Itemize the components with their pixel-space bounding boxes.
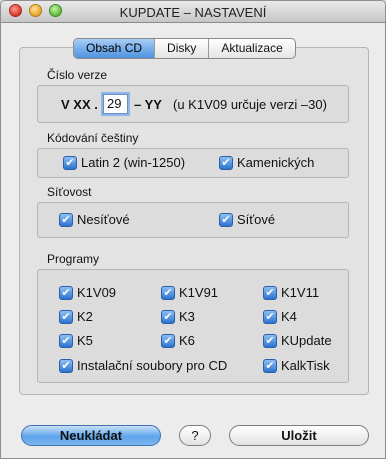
version-note: (u K1V09 určuje verzi –30) bbox=[173, 97, 327, 112]
window-title: KUPDATE – NASTAVENÍ bbox=[119, 5, 267, 20]
checkbox-kamenickych[interactable]: ✔ Kamenických bbox=[219, 155, 314, 170]
checkmark-icon: ✔ bbox=[63, 155, 77, 170]
checkbox-label: K3 bbox=[179, 309, 195, 324]
tab-aktualizace[interactable]: Aktualizace bbox=[209, 39, 294, 58]
checkmark-icon: ✔ bbox=[59, 212, 73, 227]
checkbox-label: Instalační soubory pro CD bbox=[77, 358, 228, 373]
tab-disky[interactable]: Disky bbox=[155, 39, 210, 58]
version-input[interactable]: 29 bbox=[103, 94, 128, 114]
checkmark-icon: ✔ bbox=[161, 309, 175, 324]
checkmark-icon: ✔ bbox=[263, 285, 277, 300]
checkbox-k1v09[interactable]: ✔ K1V09 bbox=[59, 285, 116, 300]
tab-bar: Obsah CD Disky Aktualizace bbox=[73, 38, 296, 59]
programy-heading: Programy bbox=[47, 252, 100, 266]
title-bar: KUPDATE – NASTAVENÍ bbox=[1, 1, 385, 23]
checkmark-icon: ✔ bbox=[59, 309, 73, 324]
neukladat-button[interactable]: Neukládat bbox=[21, 425, 161, 446]
checkbox-label: K1V09 bbox=[77, 285, 117, 300]
checkbox-label: Kamenických bbox=[237, 155, 315, 170]
checkbox-k2[interactable]: ✔ K2 bbox=[59, 309, 93, 324]
checkbox-label: K1V11 bbox=[281, 285, 320, 300]
checkmark-icon: ✔ bbox=[263, 358, 277, 373]
checkbox-label: Nesíťové bbox=[77, 212, 130, 227]
checkbox-label: K5 bbox=[77, 333, 93, 348]
checkbox-nesitove[interactable]: ✔ Nesíťové bbox=[59, 212, 130, 227]
checkmark-icon: ✔ bbox=[161, 285, 175, 300]
checkmark-icon: ✔ bbox=[219, 212, 233, 227]
tab-obsah-cd[interactable]: Obsah CD bbox=[74, 39, 156, 58]
version-suffix: – YY bbox=[134, 97, 162, 112]
checkbox-label: Síťové bbox=[237, 212, 276, 227]
checkmark-icon: ✔ bbox=[59, 333, 73, 348]
checkbox-label: K1V91 bbox=[179, 285, 219, 300]
ulozit-button[interactable]: Uložit bbox=[229, 425, 369, 446]
checkbox-k5[interactable]: ✔ K5 bbox=[59, 333, 93, 348]
checkbox-label: K4 bbox=[281, 309, 297, 324]
checkbox-kalktisk[interactable]: ✔ KalkTisk bbox=[263, 358, 330, 373]
checkbox-sitove[interactable]: ✔ Síťové bbox=[219, 212, 275, 227]
verze-heading: Číslo verze bbox=[47, 68, 108, 82]
checkbox-latin2[interactable]: ✔ Latin 2 (win-1250) bbox=[63, 155, 185, 170]
sitovost-heading: Síťovost bbox=[47, 185, 92, 199]
checkbox-k3[interactable]: ✔ K3 bbox=[161, 309, 195, 324]
checkmark-icon: ✔ bbox=[59, 358, 73, 373]
checkbox-k6[interactable]: ✔ K6 bbox=[161, 333, 195, 348]
checkbox-k4[interactable]: ✔ K4 bbox=[263, 309, 297, 324]
checkmark-icon: ✔ bbox=[161, 333, 175, 348]
help-button[interactable]: ? bbox=[179, 425, 211, 446]
checkmark-icon: ✔ bbox=[263, 309, 277, 324]
checkmark-icon: ✔ bbox=[59, 285, 73, 300]
version-prefix: V XX . bbox=[61, 97, 98, 112]
checkbox-label: Latin 2 (win-1250) bbox=[81, 155, 186, 170]
checkbox-k1v11[interactable]: ✔ K1V11 bbox=[263, 285, 319, 300]
checkmark-icon: ✔ bbox=[263, 333, 277, 348]
checkbox-label: K6 bbox=[179, 333, 195, 348]
checkbox-instalacni-soubory[interactable]: ✔ Instalační soubory pro CD bbox=[59, 358, 227, 373]
checkbox-label: K2 bbox=[77, 309, 93, 324]
kodovani-heading: Kódování češtiny bbox=[47, 131, 139, 145]
checkbox-kupdate[interactable]: ✔ KUpdate bbox=[263, 333, 332, 348]
checkmark-icon: ✔ bbox=[219, 155, 233, 170]
checkbox-k1v91[interactable]: ✔ K1V91 bbox=[161, 285, 218, 300]
checkbox-label: KalkTisk bbox=[281, 358, 330, 373]
checkbox-label: KUpdate bbox=[281, 333, 332, 348]
settings-window: KUPDATE – NASTAVENÍ Obsah CD Disky Aktua… bbox=[0, 0, 386, 459]
